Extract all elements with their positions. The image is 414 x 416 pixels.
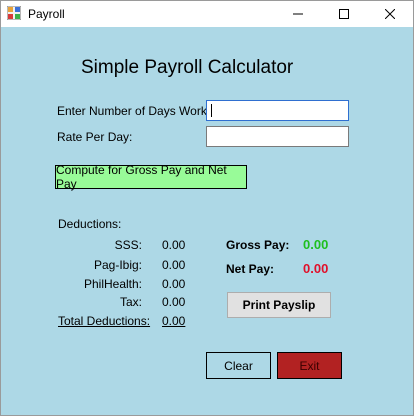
days-worked-input[interactable] — [206, 100, 349, 121]
philhealth-value: 0.00 — [162, 277, 186, 291]
payroll-window: Payroll Simple Payroll Calculator Enter … — [0, 0, 414, 416]
exit-button[interactable]: Exit — [277, 352, 342, 379]
maximize-icon — [339, 9, 349, 19]
clear-button[interactable]: Clear — [206, 352, 271, 379]
sss-value: 0.00 — [162, 238, 186, 252]
tax-value: 0.00 — [162, 295, 186, 309]
tax-label: Tax: — [119, 295, 142, 309]
rate-per-day-input[interactable] — [206, 126, 349, 147]
rate-per-day-label: Rate Per Day: — [57, 130, 133, 144]
deductions-title: Deductions: — [58, 217, 122, 231]
print-payslip-button[interactable]: Print Payslip — [227, 292, 331, 318]
compute-button[interactable]: Compute for Gross Pay and Net Pay — [55, 163, 247, 191]
close-icon — [385, 9, 395, 19]
total-deductions-value: 0.00 — [162, 314, 186, 328]
app-icon — [6, 5, 22, 21]
minimize-icon — [293, 13, 303, 15]
philhealth-label: PhilHealth: — [83, 277, 142, 291]
sss-label: SSS: — [114, 238, 142, 252]
pagibig-value: 0.00 — [162, 258, 186, 272]
gross-pay-value: 0.00 — [303, 237, 329, 252]
minimize-button[interactable] — [275, 1, 321, 27]
gross-pay-label: Gross Pay: — [226, 238, 290, 252]
page-title: Simple Payroll Calculator — [81, 57, 294, 78]
window-title: Payroll — [28, 7, 65, 21]
maximize-button[interactable] — [321, 1, 367, 27]
close-button[interactable] — [367, 1, 413, 27]
days-worked-label: Enter Number of Days Work: — [57, 104, 211, 118]
net-pay-label: Net Pay: — [226, 262, 275, 276]
title-bar[interactable]: Payroll — [1, 1, 413, 27]
text-caret — [211, 104, 212, 117]
total-deductions-label: Total Deductions: — [58, 314, 151, 328]
net-pay-value: 0.00 — [303, 261, 329, 276]
pagibig-label: Pag-Ibig: — [93, 258, 142, 272]
